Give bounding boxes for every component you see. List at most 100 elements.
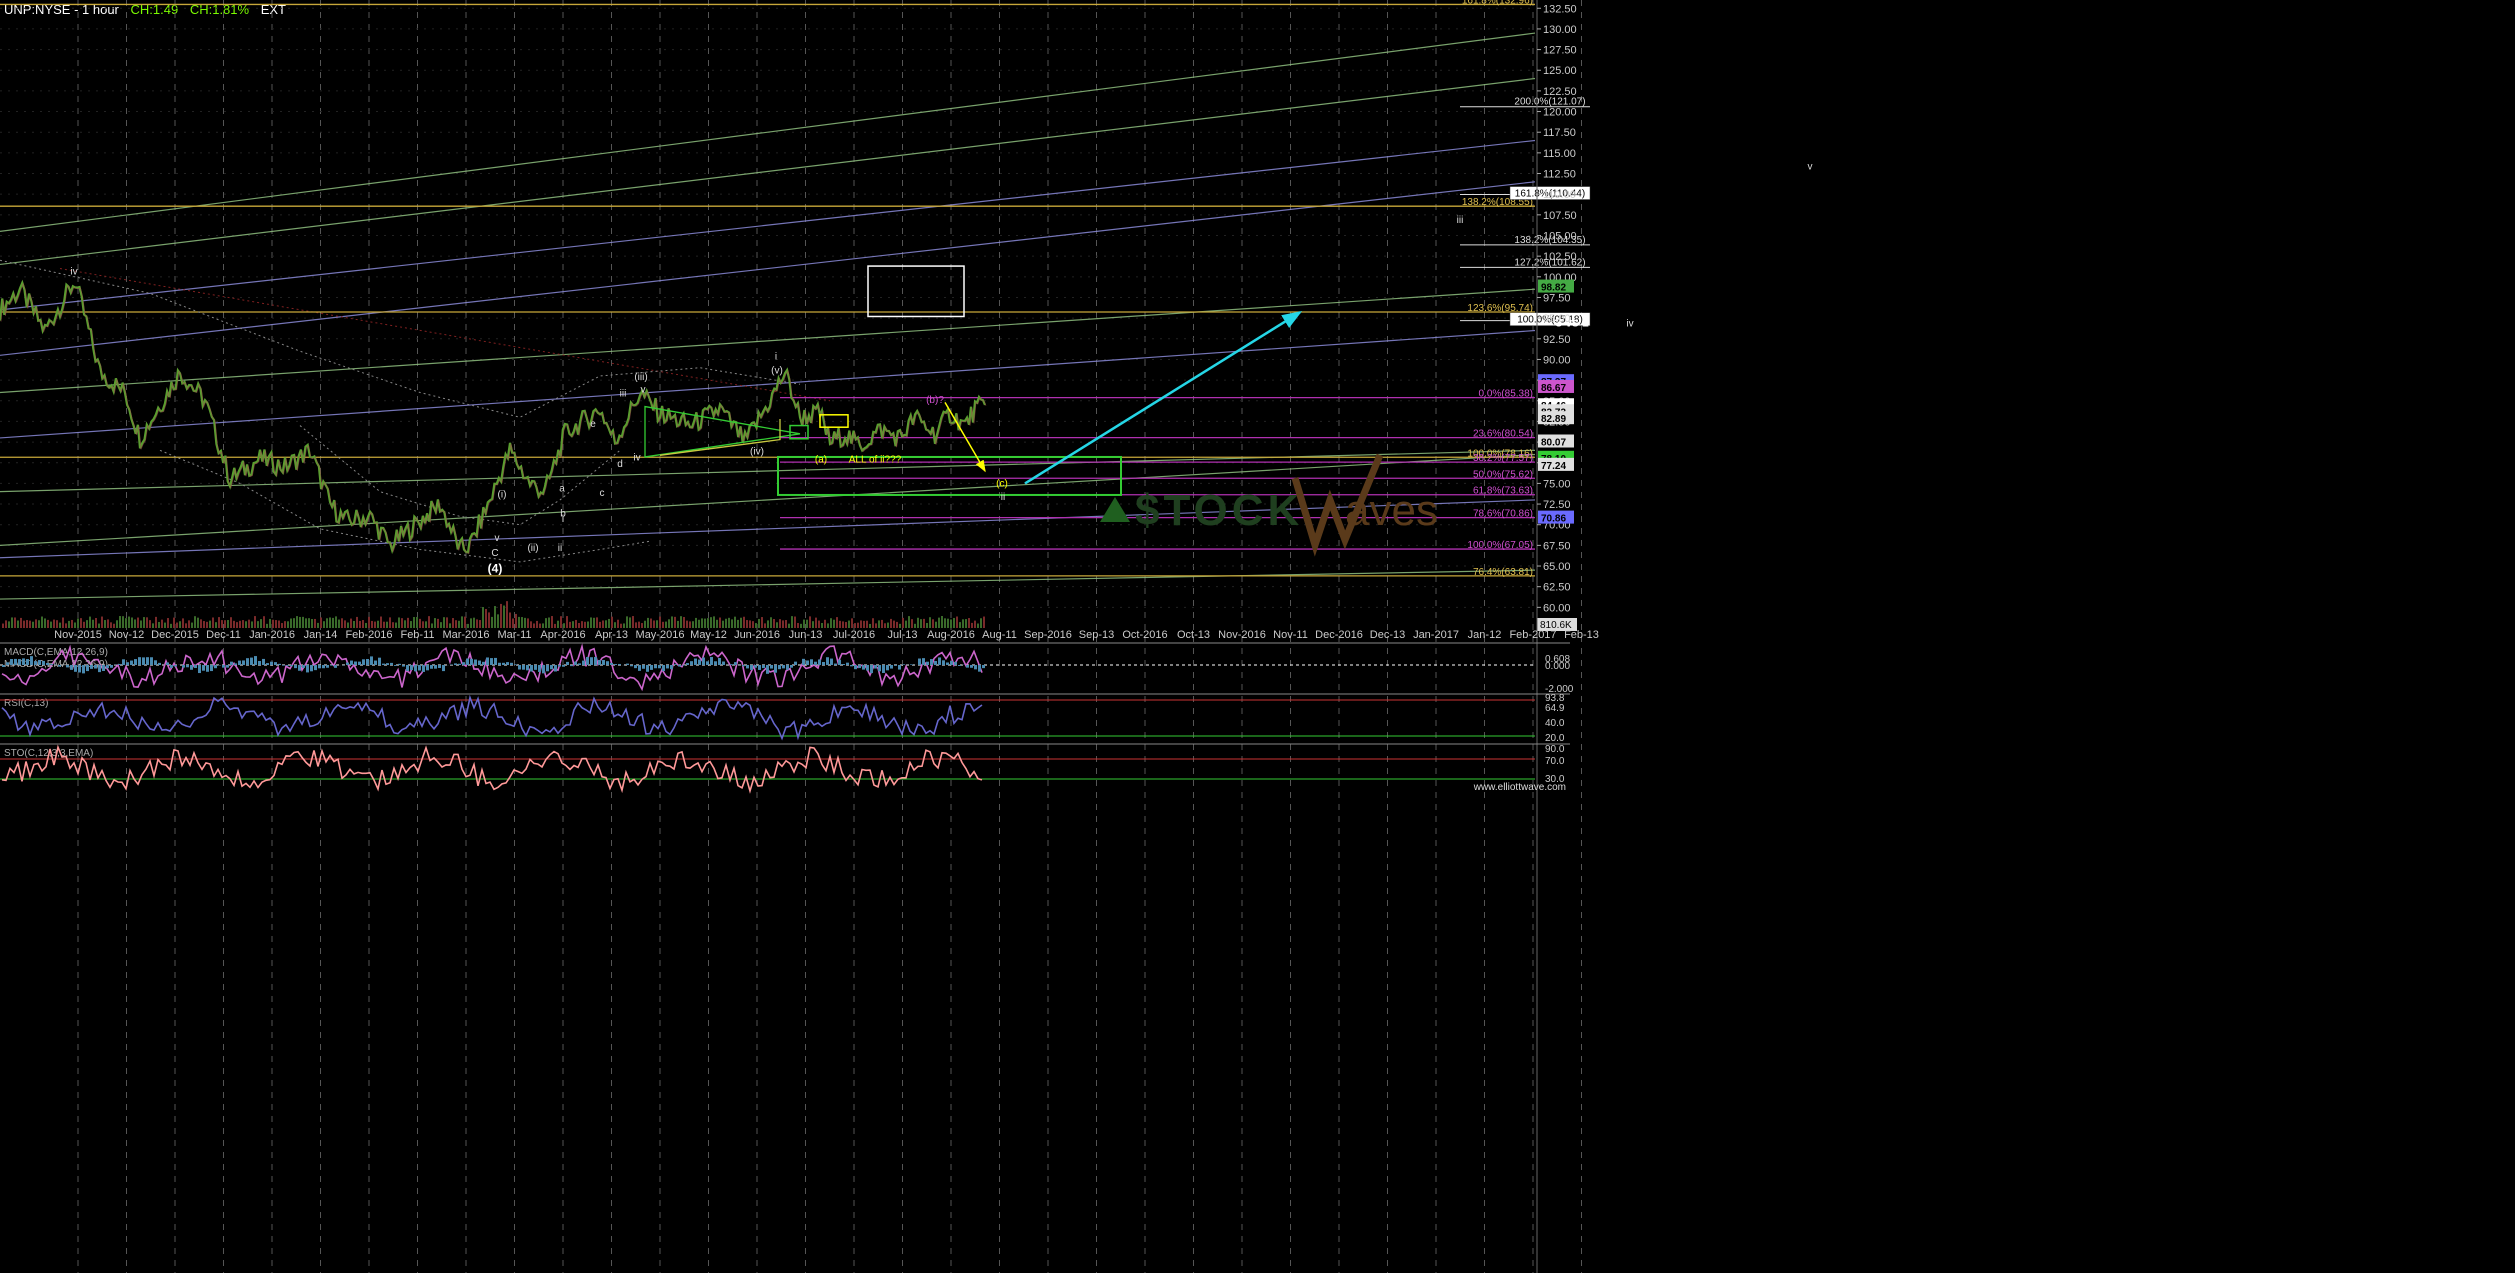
wave-label: (ii) — [527, 543, 538, 554]
volume-bar — [569, 621, 571, 628]
volume-bar — [293, 618, 295, 628]
macd-histogram-bar — [534, 665, 537, 670]
volume-bar — [248, 619, 250, 628]
macd-histogram-bar — [602, 659, 605, 665]
y-tick-label: 97.50 — [1543, 292, 1571, 304]
macd-histogram-bar — [806, 660, 809, 665]
volume-bar — [836, 617, 838, 628]
volume-bar — [398, 617, 400, 628]
macd-histogram-bar — [554, 665, 557, 672]
y-tick-label: 115.00 — [1543, 148, 1576, 160]
wave-label: c — [600, 488, 605, 499]
macd-histogram-bar — [382, 663, 385, 665]
volume-bar — [422, 621, 424, 628]
volume-bar — [419, 618, 421, 628]
volume-bar — [734, 616, 736, 628]
x-tick-label: Sep-2016 — [1024, 629, 1072, 641]
macd-histogram-bar — [558, 665, 561, 667]
x-tick-label: Dec-11 — [206, 629, 241, 641]
volume-bar — [512, 618, 514, 628]
volume-bar — [125, 618, 127, 628]
volume-bar — [191, 622, 193, 628]
macd-histogram-bar — [538, 665, 541, 672]
volume-bar — [494, 606, 496, 628]
price-tag-label: 70.86 — [1541, 514, 1566, 525]
volume-bar — [17, 620, 19, 628]
macd-histogram-bar — [318, 665, 321, 669]
macd-histogram-bar — [278, 663, 281, 665]
macd-histogram-bar — [542, 665, 545, 674]
volume-bar — [359, 620, 361, 628]
rsi-tick: 64.9 — [1545, 703, 1565, 714]
macd-histogram-bar — [434, 665, 437, 669]
macd-histogram-bar — [618, 663, 621, 665]
volume-bar — [260, 619, 262, 628]
wave-label: C — [491, 548, 498, 559]
macd-histogram-bar — [582, 660, 585, 665]
macd-histogram-bar — [698, 659, 701, 665]
macd-histogram-bar — [818, 659, 821, 665]
macd-histogram-bar — [86, 665, 89, 672]
macd-histogram-bar — [638, 665, 641, 671]
volume-bar — [887, 622, 889, 628]
macd-histogram-bar — [486, 657, 489, 665]
macd-histogram-bar — [970, 665, 973, 668]
volume-bar — [755, 623, 757, 628]
volume-bar — [152, 623, 154, 628]
macd-histogram-bar — [378, 657, 381, 665]
volume-bar — [263, 616, 265, 628]
stock-chart[interactable]: 161.8%(132.96)138.2%(108.55)123.6%(95.74… — [0, 0, 2515, 1273]
rsi-tick: 20.0 — [1545, 733, 1565, 744]
volume-bar — [881, 619, 883, 628]
fib-level-label: 100.0%(67.05) — [1467, 540, 1533, 551]
price-tag-label: 82.89 — [1541, 414, 1566, 425]
volume-bar — [740, 617, 742, 628]
macd-histogram-bar — [90, 665, 93, 669]
volume-bar — [185, 623, 187, 628]
volume-bar — [548, 617, 550, 628]
macd-histogram-bar — [762, 665, 765, 669]
volume-bar — [326, 618, 328, 628]
fib-level-label: 61.8%(73.63) — [1473, 486, 1533, 497]
macd-histogram-bar — [170, 665, 173, 668]
wave-label: (i) — [498, 489, 507, 500]
volume-bar — [584, 621, 586, 628]
volume-bar — [707, 618, 709, 628]
macd-histogram-bar — [246, 658, 249, 665]
volume-bar — [170, 623, 172, 628]
volume-bar — [899, 623, 901, 628]
macd-histogram-bar — [6, 662, 9, 665]
volume-bar — [368, 616, 370, 628]
fib-level-label: 38.2%(77.57) — [1473, 453, 1533, 464]
macd-histogram-bar — [778, 665, 781, 670]
macd-histogram-bar — [154, 660, 157, 665]
volume-bar — [632, 616, 634, 628]
macd-histogram-bar — [942, 660, 945, 665]
volume-bar — [974, 620, 976, 628]
macd-histogram-bar — [354, 661, 357, 665]
macd-histogram-bar — [314, 665, 317, 671]
macd-histogram-bar — [326, 665, 329, 668]
macd-histogram-bar — [242, 660, 245, 665]
volume-bar — [149, 620, 151, 628]
y-tick-label: 125.00 — [1543, 65, 1577, 77]
macd-histogram-bar — [346, 662, 349, 665]
macd-histogram-bar — [730, 664, 733, 665]
macd-histogram-bar — [898, 665, 901, 670]
volume-bar — [680, 616, 682, 628]
wave-label: iv — [633, 452, 640, 463]
volume-bar — [815, 617, 817, 628]
macd-histogram-bar — [234, 663, 237, 665]
volume-bar — [746, 620, 748, 628]
volume-bar — [539, 623, 541, 628]
x-tick-label: Jan-14 — [304, 629, 338, 641]
price-tag-label: 77.24 — [1541, 461, 1566, 472]
volume-bar — [716, 619, 718, 628]
macd-histogram-bar — [838, 659, 841, 665]
volume-bar — [506, 601, 508, 628]
volume-bar — [431, 623, 433, 628]
volume-bar — [401, 618, 403, 628]
macd-histogram-bar — [782, 665, 785, 669]
macd-histogram-bar — [78, 665, 81, 673]
macd-histogram-bar — [926, 661, 929, 665]
